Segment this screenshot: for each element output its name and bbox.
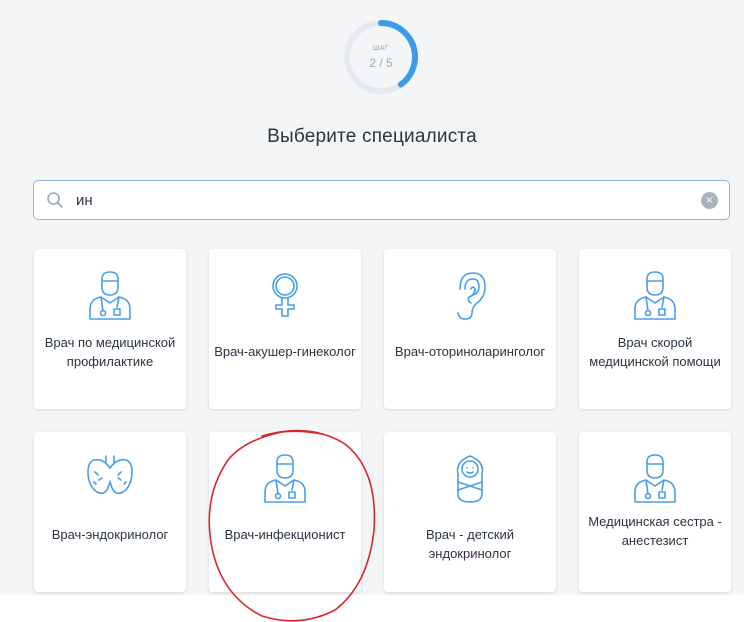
specialist-card[interactable]: Врач по медицинской профилактике xyxy=(34,249,186,409)
doctor-icon xyxy=(264,454,306,503)
specialist-label: Врач по медицинской профилактике xyxy=(44,335,176,369)
doctor-icon xyxy=(634,454,676,503)
page-bottom xyxy=(0,595,744,622)
specialist-label: Врач-акушер-гинеколог xyxy=(214,344,356,359)
thyroid-icon xyxy=(87,455,133,495)
specialist-label: Врач скорой медицинской помощи xyxy=(589,335,721,369)
search-icon xyxy=(47,192,63,208)
close-icon: × xyxy=(705,193,713,207)
doctor-icon xyxy=(634,271,676,320)
specialist-card[interactable]: Врач-оториноларинголог xyxy=(384,249,556,409)
specialist-label: Врач-эндокринолог xyxy=(51,527,169,542)
specialist-label: Врач - детский эндокринолог xyxy=(425,527,515,561)
specialist-label: Врач-инфекционист xyxy=(224,527,346,542)
ear-icon xyxy=(457,272,486,320)
specialist-card[interactable]: Врач-инфекционист xyxy=(209,432,361,592)
doctor-icon xyxy=(89,271,131,320)
step-counter: 2 / 5 xyxy=(369,56,393,70)
clear-search-button[interactable]: × xyxy=(701,192,718,209)
search-box[interactable]: × xyxy=(33,180,730,220)
page-title: Выберите специалиста xyxy=(267,126,477,147)
specialist-label: Медицинская сестра - анестезист xyxy=(588,514,722,548)
specialist-card[interactable]: Врач - детский эндокринолог xyxy=(384,432,556,592)
specialist-card[interactable]: Врач-эндокринолог xyxy=(34,432,186,592)
specialist-label: Врач-оториноларинголог xyxy=(394,344,546,359)
search-input[interactable] xyxy=(76,189,676,211)
specialist-card[interactable]: Медицинская сестра - анестезист xyxy=(579,432,731,592)
step-progress: ШАГ 2 / 5 xyxy=(342,18,420,96)
specialist-card[interactable]: Врач скорой медицинской помощи xyxy=(579,249,731,409)
specialist-card[interactable]: Врач-акушер-гинеколог xyxy=(209,249,361,409)
step-label: ШАГ xyxy=(372,45,390,52)
swaddled-baby-icon xyxy=(456,455,484,503)
female-symbol-icon xyxy=(272,273,298,317)
